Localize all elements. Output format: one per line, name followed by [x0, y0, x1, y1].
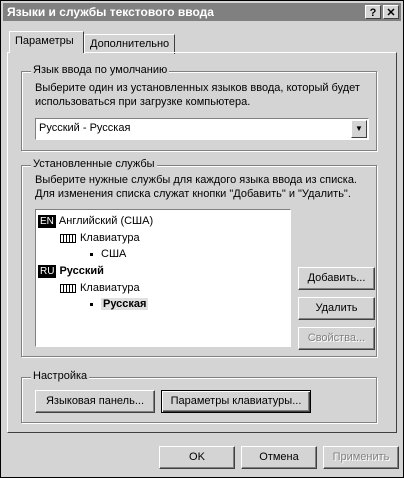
close-button[interactable]: ✕ — [383, 5, 399, 19]
tab-advanced[interactable]: Дополнительно — [84, 34, 175, 54]
keyboard-icon — [60, 283, 76, 293]
tab-parameters[interactable]: Параметры — [9, 31, 84, 53]
chevron-down-icon[interactable]: ▼ — [351, 120, 367, 138]
language-bar-button[interactable]: Языковая панель... — [35, 390, 155, 413]
tree-item-ru-keyboard[interactable]: Клавиатура — [60, 281, 140, 295]
installed-services-legend: Установленные службы — [31, 158, 157, 170]
tree-label-english: Английский (США) — [58, 215, 154, 227]
default-language-desc-2: использоваться при загрузке компьютера. — [35, 96, 251, 108]
title-bar[interactable]: Языки и службы текстового ввода ? ✕ — [3, 3, 401, 21]
default-language-select[interactable]: Русский - Русская ▼ — [35, 118, 369, 140]
default-language-desc-1: Выберите один из установленных языков вв… — [35, 82, 360, 94]
default-language-legend: Язык ввода по умолчанию — [31, 64, 170, 76]
tree-item-en-keyboard[interactable]: Клавиатура — [60, 231, 140, 245]
installed-services-desc-1: Выберите нужные службы для каждого языка… — [35, 174, 357, 186]
tree-label-en-keyboard: Клавиатура — [80, 232, 140, 244]
services-tree[interactable]: EN Английский (США) Клавиатура США RU Русс… — [35, 209, 291, 347]
keyboard-settings-button[interactable]: Параметры клавиатуры... — [161, 390, 311, 413]
tree-item-english[interactable]: EN Английский (США) — [38, 214, 153, 228]
apply-button[interactable]: Применить — [323, 446, 399, 469]
tree-item-en-layout[interactable]: США — [90, 247, 126, 261]
cancel-button[interactable]: Отмена — [241, 446, 317, 469]
lang-badge-ru: RU — [38, 265, 57, 278]
default-language-value: Русский - Русская — [39, 122, 131, 134]
tree-label-ru-layout: Русская — [101, 298, 149, 310]
ok-button[interactable]: OK — [159, 446, 235, 469]
bullet-icon — [90, 302, 93, 306]
bullet-icon — [90, 252, 93, 256]
add-button[interactable]: Добавить... — [298, 267, 375, 290]
keyboard-icon — [60, 233, 76, 243]
properties-button[interactable]: Свойства... — [298, 327, 375, 350]
tree-item-ru-layout[interactable]: Русская — [90, 297, 149, 311]
tree-item-russian[interactable]: RU Русский — [38, 264, 104, 278]
help-button[interactable]: ? — [365, 5, 381, 19]
lang-badge-en: EN — [38, 215, 56, 228]
installed-services-desc-2: Для изменения списка служат кнопки "Доба… — [35, 188, 351, 200]
settings-legend: Настройка — [31, 370, 90, 382]
dialog-window: Языки и службы текстового ввода ? ✕ Пара… — [0, 0, 404, 478]
tree-label-en-layout: США — [101, 248, 127, 260]
remove-button[interactable]: Удалить — [298, 297, 375, 320]
window-title: Языки и службы текстового ввода — [7, 5, 214, 19]
tree-label-russian: Русский — [59, 265, 104, 277]
tree-label-ru-keyboard: Клавиатура — [80, 282, 140, 294]
